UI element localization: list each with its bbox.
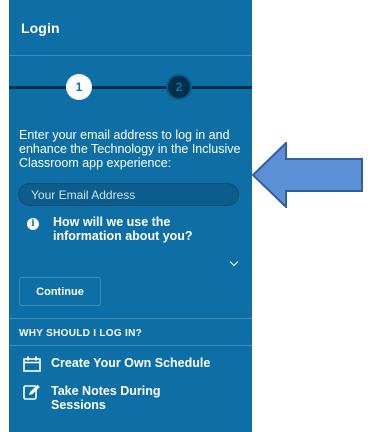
why-login-heading: WHY SHOULD I LOG IN?: [19, 328, 143, 339]
login-stepper: 1 2: [9, 56, 252, 102]
benefit-create-schedule[interactable]: Create Your Own Schedule: [23, 356, 252, 372]
info-icon: i: [27, 218, 39, 230]
email-field[interactable]: [18, 183, 239, 206]
benefit-label: Create Your Own Schedule: [51, 356, 211, 370]
panel-header: Login: [9, 0, 252, 56]
screenshot-stage: Login 1 2 Enter your email address to lo…: [0, 0, 370, 432]
page-title: Login: [21, 19, 60, 36]
benefit-take-notes[interactable]: Take Notes During Sessions: [23, 384, 252, 412]
stepper-track: [9, 86, 252, 89]
left-arrow-indicator: [252, 142, 363, 208]
step-2-indicator: 2: [166, 74, 192, 100]
info-disclosure-label: How will we use the information about yo…: [53, 215, 193, 243]
login-intro-text: Enter your email address to log in and e…: [19, 128, 241, 170]
info-disclosure-toggle[interactable]: i How will we use the information about …: [19, 215, 247, 267]
chevron-down-icon: [229, 257, 239, 267]
calendar-icon: [23, 356, 41, 372]
continue-button[interactable]: Continue: [19, 277, 101, 306]
benefit-label: Take Notes During Sessions: [51, 384, 161, 412]
step-1-indicator: 1: [66, 74, 92, 100]
login-panel: Login 1 2 Enter your email address to lo…: [9, 0, 252, 432]
edit-note-icon: [23, 384, 40, 400]
section-divider: [9, 345, 252, 346]
